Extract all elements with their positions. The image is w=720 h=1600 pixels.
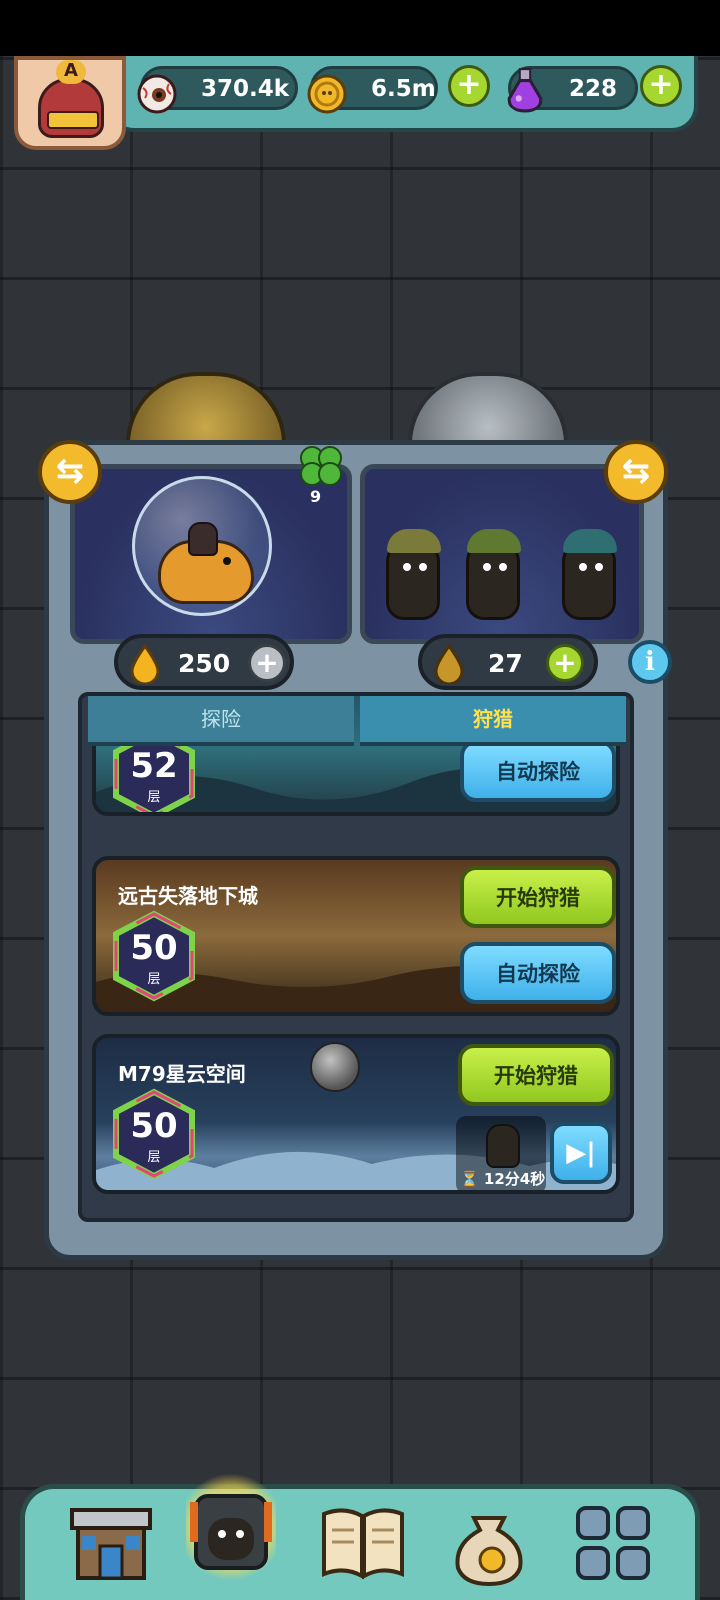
shop-building-icon[interactable] [66,1496,156,1590]
amber-drop-icon [434,644,464,684]
tab-hunt[interactable]: 狩猎 [360,696,626,746]
eyes-value: 370.4k [201,76,290,102]
left-drop-counter: 250 + [114,634,294,690]
level-card-space[interactable]: M79星云空间 50 层 开始狩猎 ⏳ 12分4秒 ▶| [92,1034,620,1194]
avatar-rank-letter: A [56,60,86,84]
start-hunt-button-3[interactable]: 开始狩猎 [458,1044,614,1106]
add-coins-button[interactable]: + [448,65,490,107]
avatar-monster-icon [38,78,104,138]
level-list-panel: 52 层 自动探险 远古失落地下城 50 层 开始狩猎 自动探险 M79星云空间… [78,692,634,1222]
right-drop-value: 27 [488,649,523,678]
tab-explore[interactable]: 探险 [88,696,354,746]
coin-icon [307,74,347,114]
right-drop-counter: 27 + [418,634,598,690]
eyeball-icon [137,74,177,114]
left-drop-value: 250 [178,649,231,678]
player-avatar[interactable]: A [14,56,126,150]
hunt-timer: ⏳ 12分4秒 [460,1170,546,1188]
potions-value: 228 [569,76,618,102]
potions-counter: 228 [507,66,638,113]
potion-flask-icon [507,68,543,113]
level-card-dungeon[interactable]: 远古失落地下城 50 层 开始狩猎 自动探险 [92,856,620,1016]
moon-decoration [310,1042,360,1092]
rider-character-icon [188,522,218,556]
book-icon[interactable] [318,1496,408,1590]
silver-dome-decoration [408,372,568,444]
team-monster-3[interactable] [562,529,617,620]
dungeon-monster-icon[interactable] [186,1482,276,1576]
auto-explore-button-1[interactable]: 自动探险 [460,740,616,802]
swap-left-button[interactable]: ⇆ [38,440,102,504]
resource-bar: 370.4k 6.5m + 228 + [108,56,698,132]
floor-number-1: 52 [130,746,178,786]
status-bar [0,0,720,56]
level-title-3: M79星云空间 [118,1062,246,1086]
eyes-counter: 370.4k [137,66,298,114]
clover-count: 9 [310,487,322,506]
floor-unit-1: 层 [147,790,161,805]
coins-value: 6.5m [371,76,436,102]
add-left-drop-button[interactable]: + [248,644,286,682]
team-monster-2[interactable] [466,529,521,620]
auto-explore-button-2[interactable]: 自动探险 [460,942,616,1004]
coin-sack-icon[interactable] [444,1496,534,1590]
floor-unit-3: 层 [147,1150,161,1165]
level-title-2: 远古失落地下城 [118,884,258,908]
team-monster-1[interactable] [386,529,441,620]
start-hunt-button-2[interactable]: 开始狩猎 [460,866,616,928]
skip-forward-button[interactable]: ▶| [550,1122,612,1184]
gold-dome-decoration [126,372,286,444]
gold-drop-icon [130,644,160,684]
swap-right-button[interactable]: ⇆ [604,440,668,504]
hunt-timer-value: 12分4秒 [483,1170,546,1188]
add-potions-button[interactable]: + [640,65,682,107]
floor-number-2: 50 [130,928,178,968]
floor-number-3: 50 [130,1106,178,1146]
floor-unit-2: 层 [147,972,161,987]
grid-menu-icon[interactable] [568,1496,658,1590]
coins-counter: 6.5m [307,66,438,114]
info-button[interactable]: i [628,640,672,684]
add-right-drop-button[interactable]: + [546,644,584,682]
